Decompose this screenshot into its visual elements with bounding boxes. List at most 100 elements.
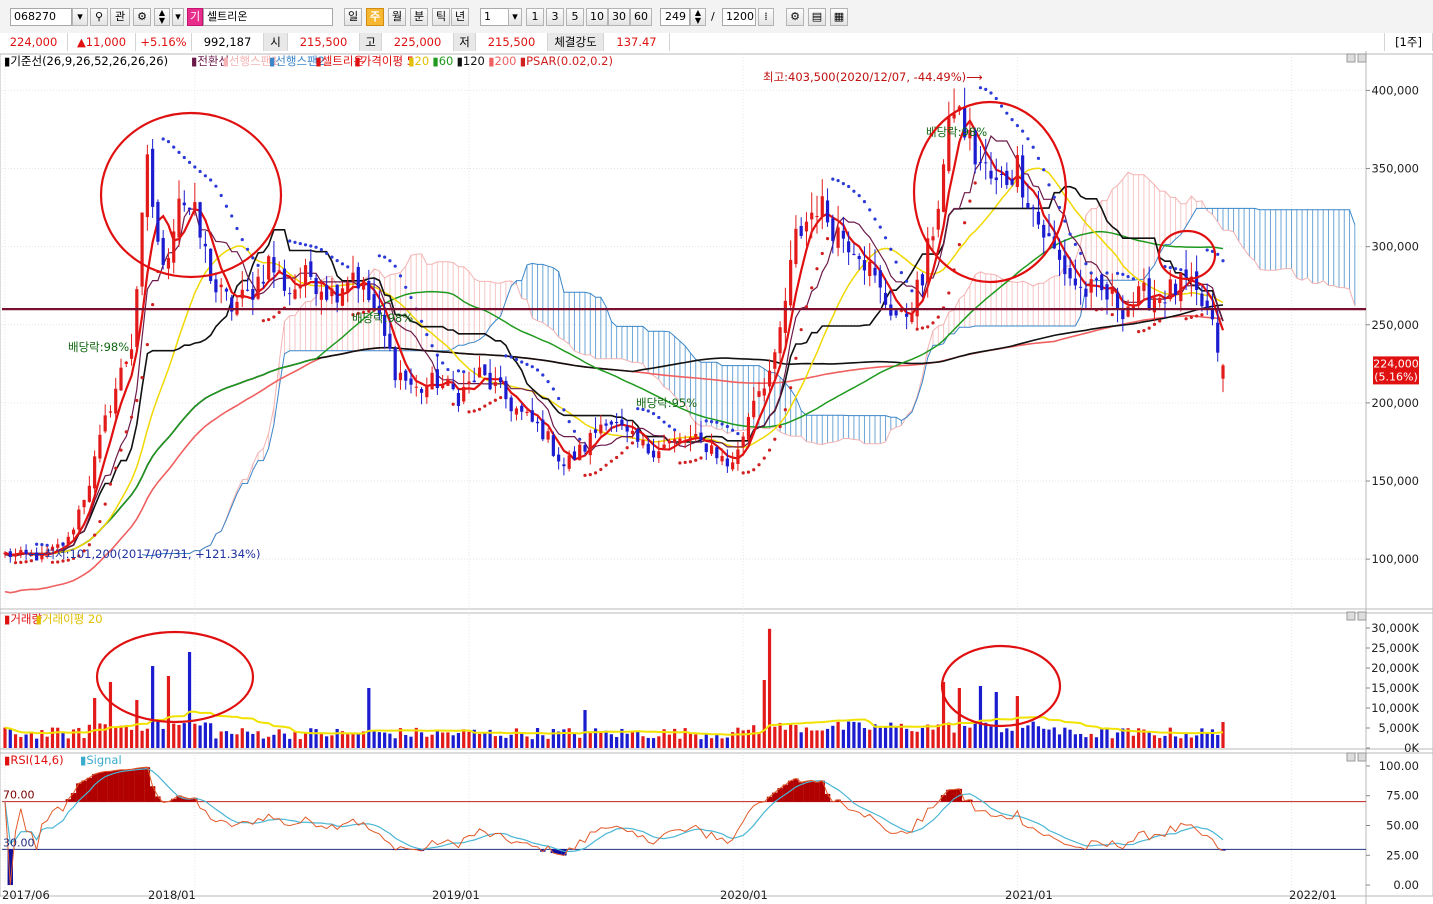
candle-body	[646, 443, 650, 454]
volume-bar	[852, 721, 856, 748]
interval-60-button[interactable]: 60	[630, 8, 652, 26]
candle-body	[789, 259, 793, 306]
candle-body	[583, 445, 587, 452]
psar-dot	[620, 451, 624, 455]
candle-body	[694, 433, 698, 437]
volume-bar	[599, 732, 603, 748]
volume-bar	[219, 731, 223, 748]
save-icon[interactable]: ▤	[808, 8, 826, 26]
psar-dot	[525, 362, 529, 366]
psar-dot	[214, 184, 218, 188]
settings-icon[interactable]: ⚙	[133, 8, 151, 26]
volume-bar	[836, 721, 840, 748]
total-input[interactable]: 1200	[722, 8, 756, 26]
period-year-button[interactable]: 년	[451, 8, 469, 26]
volume-legend-item: ▮거래이평 20	[36, 612, 103, 626]
psar-dot	[1173, 267, 1178, 271]
volume-bar	[541, 735, 545, 748]
gear-icon[interactable]: ⚙	[786, 8, 804, 26]
interval-select[interactable]: 1	[480, 8, 510, 26]
candle-body	[557, 454, 561, 462]
psar-dot	[1195, 314, 1199, 318]
open-label: 시	[264, 33, 288, 51]
period-month-button[interactable]: 월	[388, 8, 406, 26]
volume-bar	[789, 723, 793, 748]
count-stepper[interactable]: ▲ ▼	[690, 8, 706, 26]
interval-5-button[interactable]: 5	[566, 8, 584, 26]
stock-code-input[interactable]: 068270	[10, 8, 72, 26]
period-week-button[interactable]: 주	[366, 8, 384, 26]
period-tick-button[interactable]: 틱	[432, 8, 450, 26]
candle-body	[493, 382, 497, 386]
candle-body	[752, 400, 756, 418]
psar-dot	[430, 344, 434, 348]
candle-body	[678, 438, 682, 443]
psar-dot	[557, 396, 561, 401]
candle-body	[140, 212, 144, 287]
psar-dot	[920, 326, 925, 330]
interval-3-button[interactable]: 3	[546, 8, 564, 26]
price-axis-tick: 350,000	[1371, 162, 1419, 176]
interval-1-button[interactable]: 1	[526, 8, 544, 26]
volume-bar	[1147, 731, 1151, 748]
volume-bar	[509, 734, 513, 748]
volume-bar	[435, 729, 439, 748]
psar-dot	[963, 221, 967, 225]
total-grid-icon[interactable]: ⁞	[758, 8, 774, 26]
candle-body	[499, 377, 503, 383]
psar-dot	[293, 240, 297, 244]
volume-bar	[356, 734, 360, 748]
psar-dot	[957, 242, 961, 247]
candle-body	[303, 265, 308, 285]
psar-dot	[1010, 118, 1014, 122]
candle-body	[314, 277, 318, 295]
candle-body	[282, 268, 287, 291]
volume-bar	[535, 728, 540, 748]
volume-bar	[35, 738, 39, 748]
volume-bar	[615, 737, 619, 748]
psar-dot	[462, 370, 466, 374]
stock-name-field[interactable]: 셀트리온	[203, 8, 333, 26]
psar-dot	[615, 455, 619, 460]
psar-dot	[404, 285, 408, 289]
chart-tool-icon[interactable]: ▦	[830, 8, 848, 26]
candle-body	[868, 261, 872, 277]
gwan-button[interactable]: 관	[110, 8, 130, 26]
candle-body	[599, 424, 603, 434]
psar-dot	[40, 543, 44, 547]
panel-min-icon	[1346, 752, 1356, 762]
date-axis-tick: 2018/01	[148, 888, 196, 902]
candle-body	[66, 536, 70, 545]
volume-bar	[198, 725, 202, 748]
volume-bar	[915, 731, 919, 748]
list-dropdown-button[interactable]: ▾	[172, 8, 184, 26]
candle-body	[346, 282, 350, 293]
code-dropdown-button[interactable]: ▾	[72, 8, 88, 26]
price-axis-tick: 400,000	[1371, 83, 1419, 97]
interval-dropdown-button[interactable]: ▾	[508, 8, 522, 26]
interval-10-button[interactable]: 10	[586, 8, 608, 26]
interval-30-button[interactable]: 30	[608, 8, 630, 26]
psar-dot	[804, 305, 809, 309]
last-price-label: 224,000	[1373, 357, 1419, 370]
candle-body	[1047, 233, 1051, 237]
candle-body	[941, 164, 946, 212]
candle-body	[309, 261, 313, 277]
psar-dot	[1005, 111, 1009, 115]
stock-chart[interactable]: 30.00 70.00 최고:403,500(2020/12/07, -44.49…	[0, 51, 1433, 904]
psar-dot	[499, 395, 503, 400]
candle-body	[825, 200, 830, 223]
search-icon[interactable]: ⚲	[90, 8, 108, 26]
period-day-button[interactable]: 일	[344, 8, 362, 26]
candle-body	[799, 225, 803, 236]
volume-bar	[831, 725, 835, 748]
candle-body	[13, 553, 18, 557]
date-axis-tick: 2021/01	[1005, 888, 1053, 902]
count-input[interactable]: 249	[660, 8, 690, 26]
candle-body	[272, 257, 276, 273]
candle-body	[277, 270, 281, 272]
candle-body	[330, 288, 334, 297]
spin-icon[interactable]: ▲ ▼	[154, 8, 170, 26]
period-minute-button[interactable]: 분	[410, 8, 428, 26]
candle-body	[156, 201, 160, 242]
